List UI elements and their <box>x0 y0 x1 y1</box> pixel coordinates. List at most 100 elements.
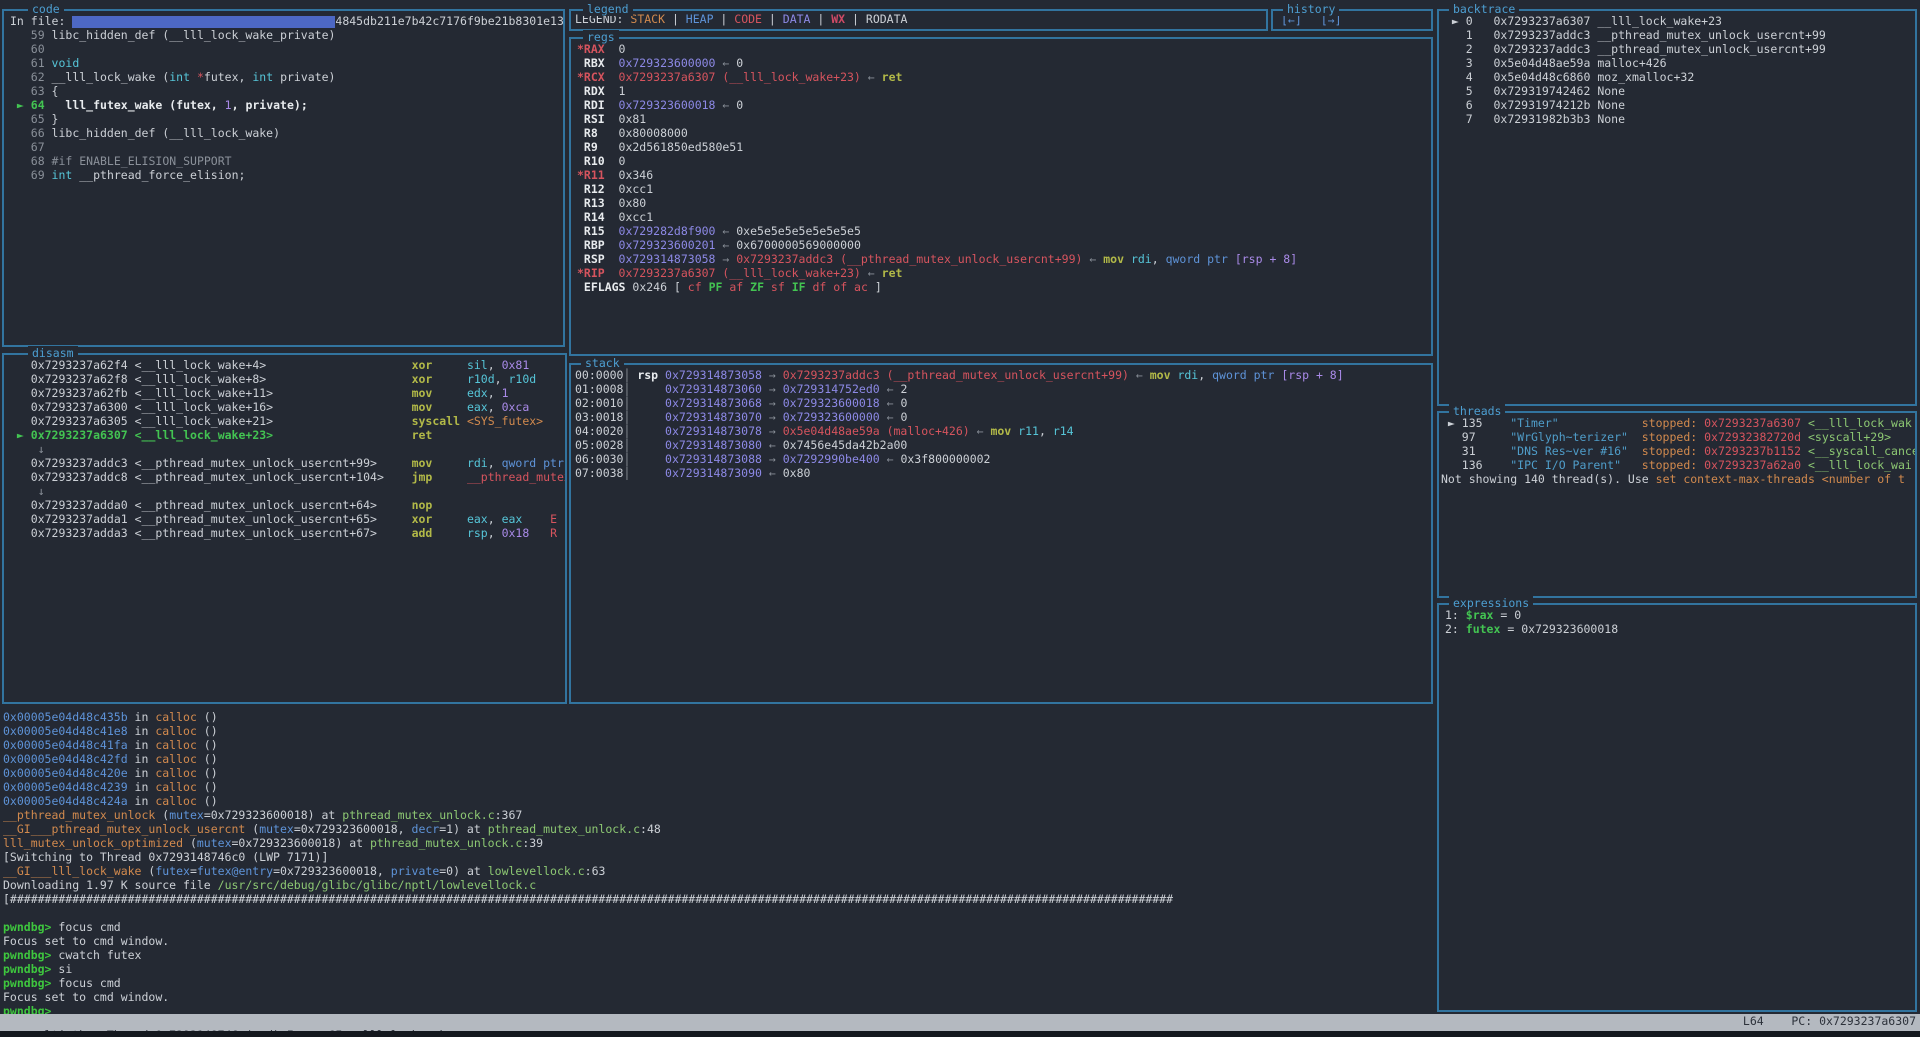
terminal-line: 2 0x7293237addc3 __pthread_mutex_unlock_… <box>1445 42 1915 56</box>
text-segment: | <box>845 12 866 26</box>
terminal-line: 0x7293237a6300 <__lll_lock_wake+16>movea… <box>10 400 565 414</box>
text-segment: 0x00005e04d48c420e <box>3 766 128 780</box>
text-segment <box>190 70 197 84</box>
text-segment: 0xcc1 <box>619 182 654 196</box>
text-segment: RSP <box>577 252 619 266</box>
text-segment: () <box>197 780 218 794</box>
text-segment: [ <box>667 280 688 294</box>
text-segment: 0x6700000569000000 <box>736 238 861 252</box>
text-segment: R13 <box>577 196 619 210</box>
terminal-line: 0x00005e04d48c420e in calloc () <box>3 766 1436 780</box>
terminal-line: R100 <box>577 154 1431 168</box>
text-segment: 7 <box>1445 112 1493 126</box>
terminal-line: *RIP0x7293237a6307 (__lll_lock_wake+23) … <box>577 266 1431 280</box>
text-segment: │ <box>623 438 665 452</box>
text-segment: df <box>812 280 833 294</box>
terminal-line: pwndbg> focus cmd <box>3 976 1436 990</box>
terminal-line: Not showing 140 thread(s). Use set conte… <box>1441 472 1915 486</box>
text-segment: R8 <box>577 126 619 140</box>
text-segment: 03:0018 <box>575 410 623 424</box>
terminal-line: __pthread_mutex_unlock (mutex=0x72932360… <box>3 808 1436 822</box>
text-segment: 0x5e04d48ae59a (malloc+426) <box>783 424 970 438</box>
threads-panel: threads ► 135"Timer"stopped: 0x7293237a6… <box>1437 411 1917 598</box>
terminal-line: In file: 4845db211e7b42c7176f9be21b8301e… <box>10 14 563 28</box>
registers-panel: regs *RAX0 RBX0x729323600000 ← 0*RCX0x72… <box>569 37 1433 356</box>
text-segment: ( <box>183 836 197 850</box>
text-segment: 0x729323600000 <box>783 410 880 424</box>
text-segment: "WrGlyph~terizer" <box>1510 430 1642 444</box>
terminal-line: *R110x346 <box>577 168 1431 182</box>
text-segment: private) <box>273 70 335 84</box>
command-output-area[interactable]: 0x00005e04d48c435b in calloc ()0x00005e0… <box>0 704 1436 1014</box>
terminal-line: R90x2d561850ed580e51 <box>577 140 1431 154</box>
text-segment: ( <box>155 808 169 822</box>
text-segment: __GI___lll_lock_wake <box>3 864 141 878</box>
text-segment: 0x80 <box>783 466 811 480</box>
terminal-line: 03:0018│ 0x729314873070 → 0x729323600000… <box>575 410 1431 424</box>
terminal-line: [Switching to Thread 0x7293148746c0 (LWP… <box>3 850 1436 864</box>
text-segment: 0 <box>619 42 626 56</box>
text-segment: r10d <box>467 372 495 386</box>
terminal-line: 0x7293237a6305 <__lll_lock_wake+21>sysca… <box>10 414 565 428</box>
terminal-line: 7 0x72931982b3b3 None <box>1445 112 1915 126</box>
text-segment: 0 <box>1514 608 1521 622</box>
text-segment: STACK <box>630 12 665 26</box>
text-segment: ↓ <box>10 442 45 456</box>
text-segment: ↓ <box>10 484 45 498</box>
text-segment: rdi <box>1131 252 1152 266</box>
terminal-line: 02:0010│ 0x729314873068 → 0x729323600018… <box>575 396 1431 410</box>
text-segment: 0x729323600201 <box>619 238 716 252</box>
text-segment: RDX <box>577 84 619 98</box>
text-segment: *RAX <box>577 42 619 56</box>
text-segment: 0x7293237addc8 <__pthread_mutex_unlock_u… <box>10 470 412 484</box>
text-segment: 0x81 <box>502 358 530 372</box>
terminal-line: 04:0020│ 0x729314873078 → 0x5e04d48ae59a… <box>575 424 1431 438</box>
text-segment: ← <box>880 396 901 410</box>
text-segment: pwndbg> <box>3 976 58 990</box>
text-segment: R12 <box>577 182 619 196</box>
text-segment: [rsp + 8] <box>1281 368 1343 382</box>
text-segment: nop <box>412 498 467 512</box>
terminal-line: 60 <box>10 42 563 56</box>
text-segment: mov <box>1103 252 1124 266</box>
text-segment: futex, <box>204 70 252 84</box>
text-segment: __GI___pthread_mutex_unlock_usercnt <box>3 822 245 836</box>
text-segment: 97 <box>1441 430 1510 444</box>
text-segment: , <box>488 358 502 372</box>
text-segment: , <box>488 386 502 400</box>
text-segment: mutex <box>259 822 294 836</box>
text-segment: 0x00005e04d48c4239 <box>3 780 128 794</box>
text-segment: 2 <box>1445 42 1493 56</box>
text-segment: 0x7293237adda3 <__pthread_mutex_unlock_u… <box>10 526 412 540</box>
text-segment: ► 0x7293237a6307 <__lll_lock_wake+23> <box>10 428 412 442</box>
terminal-line: 05:0028│ 0x729314873080 ← 0x7456e45da42b… <box>575 438 1431 452</box>
text-segment <box>1124 252 1131 266</box>
text-segment: af <box>729 280 750 294</box>
terminal-line: [#######################################… <box>3 892 1436 906</box>
text-segment: 0x7293237addc3 __pthread_mutex_unlock_us… <box>1493 28 1825 42</box>
text-segment: () <box>197 794 218 808</box>
status-bar-right: L64 PC: 0x7293237a6307 <box>1743 1014 1916 1028</box>
text-segment: 0x00005e04d48c435b <box>3 710 128 724</box>
text-segment: ← <box>715 98 736 112</box>
text-segment: 0xca <box>502 400 530 414</box>
text-segment: 0x729314873070 <box>665 410 762 424</box>
text-segment: calloc <box>155 738 197 752</box>
text-segment: 5 <box>1445 84 1493 98</box>
terminal-line: R150x729282d8f900 ← 0xe5e5e5e5e5e5e5e5 <box>577 224 1431 238</box>
text-segment: [Switching to Thread 0x7293148746c0 (LWP… <box>3 850 328 864</box>
text-segment: , <box>488 512 502 526</box>
text-segment: 0x729282d8f900 <box>619 224 716 238</box>
terminal-line: RBX0x729323600000 ← 0 <box>577 56 1431 70</box>
text-segment: PF <box>709 280 730 294</box>
text-segment: , <box>488 526 502 540</box>
text-segment: 04:0020 <box>575 424 623 438</box>
legend-panel: legend LEGEND: STACK | HEAP | CODE | DAT… <box>569 9 1268 31</box>
text-segment: libc_hidden_def (__lll_lock_wake_private… <box>52 28 336 42</box>
terminal-line: RDX1 <box>577 84 1431 98</box>
text-segment: │ <box>623 466 665 480</box>
terminal-line <box>3 906 1436 920</box>
text-segment: *RCX <box>577 70 619 84</box>
text-segment: 0x729323600018 <box>1521 622 1618 636</box>
text-segment: 0xcc1 <box>619 210 654 224</box>
